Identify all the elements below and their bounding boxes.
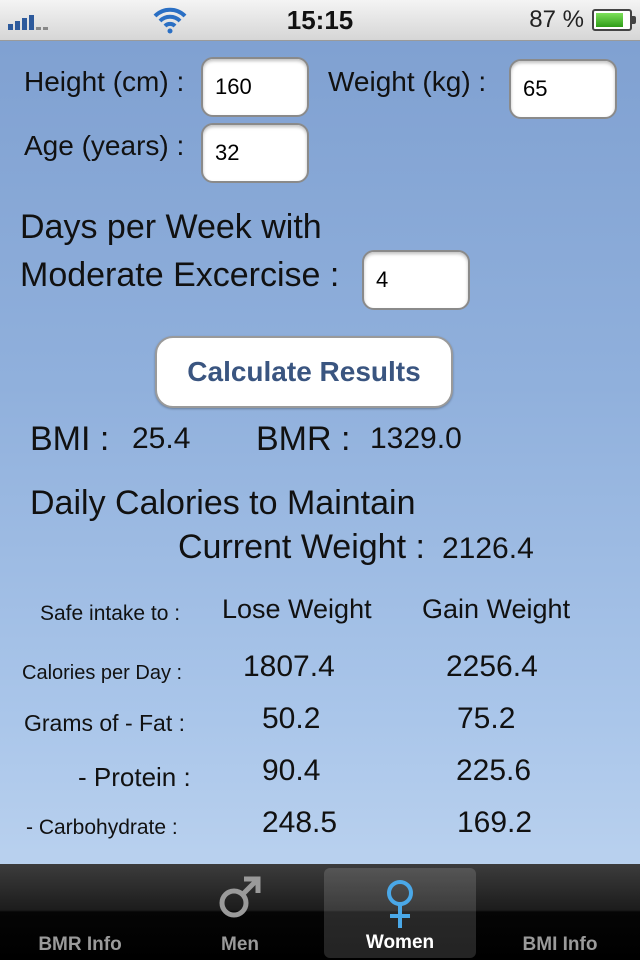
- weight-input[interactable]: 65: [509, 59, 617, 119]
- carbohydrate-label: - Carbohydrate :: [26, 816, 178, 839]
- battery-icon: [592, 9, 636, 31]
- days-label-line1: Days per Week with: [20, 208, 322, 246]
- protein-lose-value: 90.4: [262, 754, 321, 787]
- age-input[interactable]: 32: [201, 123, 309, 183]
- tab-men[interactable]: Men: [160, 864, 320, 960]
- fat-lose-value: 50.2: [262, 702, 321, 735]
- status-bar: 15:15 87 %: [0, 0, 640, 41]
- bmi-label: BMI :: [30, 420, 110, 458]
- female-symbol-icon: [387, 880, 413, 928]
- age-label: Age (years) :: [24, 130, 185, 161]
- carbohydrate-gain-value: 169.2: [457, 806, 533, 839]
- daily-calories-value: 2126.4: [442, 532, 534, 565]
- battery-percent: 87 %: [529, 6, 584, 33]
- calories-lose-value: 1807.4: [243, 650, 335, 683]
- days-label-line2: Moderate Excercise :: [20, 256, 340, 294]
- tab-men-label: Men: [221, 934, 259, 955]
- tab-bmi-info[interactable]: BMI Info: [480, 864, 640, 960]
- calories-per-day-label: Calories per Day :: [22, 662, 183, 684]
- fat-gain-value: 75.2: [457, 702, 516, 735]
- height-input[interactable]: 160: [201, 57, 309, 117]
- bmr-value: 1329.0: [370, 422, 462, 455]
- tab-bmr-info-label: BMR Info: [38, 934, 122, 955]
- carbohydrate-lose-value: 248.5: [262, 806, 338, 839]
- height-label: Height (cm) :: [24, 66, 185, 97]
- days-input[interactable]: 4: [362, 250, 470, 310]
- bmi-value: 25.4: [132, 422, 191, 455]
- tab-women[interactable]: Women: [324, 868, 476, 958]
- gain-weight-header: Gain Weight: [422, 594, 571, 624]
- tab-bar: BMR Info Men Women BMI Info: [0, 864, 640, 960]
- calories-gain-value: 2256.4: [446, 650, 538, 683]
- calculate-results-button[interactable]: Calculate Results: [155, 336, 453, 408]
- tab-bmr-info[interactable]: BMR Info: [0, 864, 160, 960]
- weight-label: Weight (kg) :: [328, 66, 487, 97]
- lose-weight-header: Lose Weight: [222, 594, 372, 624]
- fat-label: Grams of - Fat :: [24, 710, 186, 736]
- daily-calories-label-line1: Daily Calories to Maintain: [30, 484, 416, 522]
- bmr-label: BMR :: [256, 420, 351, 458]
- tab-bmi-info-label: BMI Info: [522, 934, 598, 955]
- protein-label: - Protein :: [78, 762, 191, 792]
- safe-intake-label: Safe intake to :: [40, 602, 181, 625]
- tab-women-label: Women: [365, 932, 435, 953]
- daily-calories-label-line2: Current Weight :: [178, 528, 425, 566]
- male-symbol-icon: [219, 876, 261, 918]
- protein-gain-value: 225.6: [456, 754, 532, 787]
